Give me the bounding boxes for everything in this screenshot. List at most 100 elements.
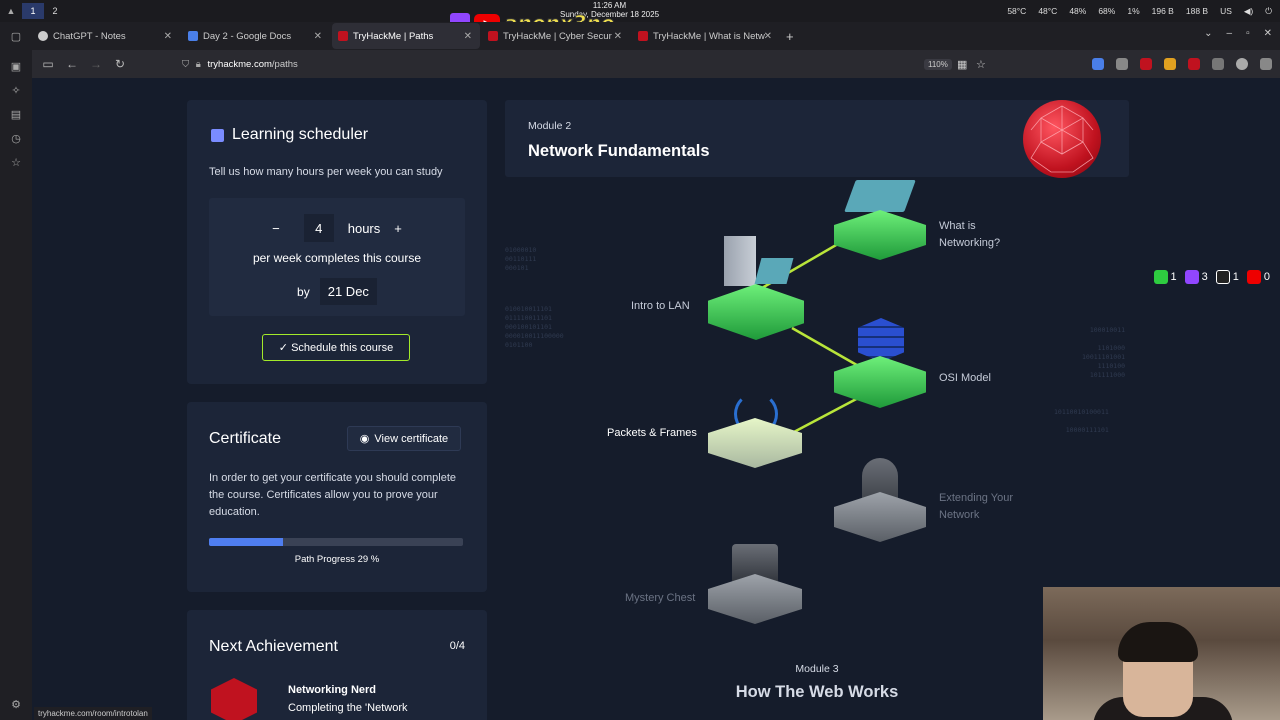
tab-label: TryHackMe | What is Netw bbox=[653, 30, 765, 42]
room-label-extending[interactable]: Extending Your Network bbox=[939, 490, 1023, 524]
volume-icon[interactable]: ◀) bbox=[1244, 6, 1253, 17]
tab-label: TryHackMe | Paths bbox=[353, 30, 434, 42]
minimize-icon[interactable]: – bbox=[1227, 28, 1233, 39]
tab-tryhackme-networking[interactable]: TryHackMe | What is Netw ✕ bbox=[632, 23, 780, 49]
tab-bar: ChatGPT - Notes ✕ Day 2 - Google Docs ✕ … bbox=[32, 22, 1280, 50]
extension-icon[interactable] bbox=[1116, 58, 1128, 70]
menu-icon[interactable] bbox=[1260, 58, 1272, 70]
room-platform-icon bbox=[708, 418, 802, 468]
extensions-puzzle-icon[interactable] bbox=[1212, 58, 1224, 70]
extensions-bar bbox=[1092, 58, 1272, 70]
tray-temp-2: 48°C bbox=[1038, 6, 1058, 16]
workspace-1[interactable]: 1 bbox=[22, 3, 44, 19]
room-label-packets[interactable]: Packets & Frames bbox=[607, 427, 697, 439]
power-icon[interactable]: ⏻ bbox=[1265, 6, 1272, 17]
webcam-overlay bbox=[1043, 587, 1280, 720]
room-label-mystery[interactable]: Mystery Chest bbox=[625, 592, 695, 604]
grid-icon[interactable]: ▦ bbox=[957, 58, 967, 71]
room-node-packets[interactable] bbox=[708, 388, 802, 472]
room-label-what-is-networking[interactable]: What is Networking? bbox=[939, 218, 1009, 252]
tray-cpu: 48% bbox=[1069, 6, 1087, 16]
new-tab-button[interactable]: + bbox=[786, 29, 794, 44]
kick-icon bbox=[1153, 270, 1168, 284]
room-node-extending[interactable] bbox=[834, 458, 926, 544]
tray-download: 188 B bbox=[1185, 6, 1209, 16]
zoom-level[interactable]: 110% bbox=[924, 58, 952, 70]
url-path: /paths bbox=[271, 58, 298, 70]
tray-memory: 68% bbox=[1098, 6, 1116, 16]
tab-google-docs[interactable]: Day 2 - Google Docs ✕ bbox=[182, 23, 330, 49]
extension-icon[interactable] bbox=[1092, 58, 1104, 70]
tab-favicon bbox=[38, 31, 48, 41]
youtube-count: 0 bbox=[1263, 270, 1270, 283]
tiktok-counter: 1 bbox=[1215, 270, 1239, 284]
server-icon bbox=[724, 236, 756, 286]
browser-sidebar: ▢ ▣ ✧ ▤ ◷ ☆ ⚙ bbox=[0, 22, 32, 720]
tab-tryhackme-paths[interactable]: TryHackMe | Paths ✕ bbox=[332, 23, 480, 49]
close-window-icon[interactable]: ✕ bbox=[1264, 28, 1272, 39]
extension-icon[interactable] bbox=[1164, 58, 1176, 70]
tray-upload: 196 B bbox=[1151, 6, 1174, 16]
tabs-icon[interactable]: ▢ bbox=[0, 24, 32, 48]
extensions-icon[interactable]: ✧ bbox=[0, 78, 32, 102]
laptop-icon bbox=[754, 258, 794, 284]
room-platform-icon bbox=[834, 356, 926, 408]
system-tray: 58°C 48°C 48% 68% 1% 196 B 188 B US ◀) ⏻ bbox=[1007, 0, 1272, 22]
extension-icon[interactable] bbox=[1188, 58, 1200, 70]
link-status-bar: tryhackme.com/room/introtolan bbox=[34, 707, 152, 720]
tab-list-icon[interactable]: ⌄ bbox=[1204, 28, 1212, 39]
back-icon[interactable]: ← bbox=[60, 57, 84, 71]
room-label-intro-lan[interactable]: Intro to LAN bbox=[631, 300, 690, 312]
room-node-mystery[interactable] bbox=[708, 542, 802, 626]
room-platform-icon bbox=[834, 492, 926, 542]
close-icon[interactable]: ✕ bbox=[314, 31, 322, 42]
twitch-icon bbox=[1184, 270, 1199, 284]
notes-icon[interactable]: ▤ bbox=[0, 102, 32, 126]
youtube-icon bbox=[1246, 270, 1261, 284]
tiktok-count: 1 bbox=[1232, 270, 1239, 283]
room-platform-icon bbox=[708, 574, 802, 624]
module-3-title[interactable]: How The Web Works bbox=[505, 683, 1129, 702]
reload-icon[interactable]: ↻ bbox=[108, 57, 132, 71]
url-field[interactable]: ⛉ 🔒︎ tryhackme.com/paths bbox=[182, 59, 298, 70]
sidebar-panel-icon[interactable]: ▭ bbox=[36, 57, 60, 71]
window-controls: ⌄ – ▫ ✕ bbox=[1204, 28, 1272, 39]
os-logo-icon: ▲ bbox=[6, 6, 16, 16]
close-icon[interactable]: ✕ bbox=[764, 31, 772, 42]
kick-counter: 1 bbox=[1153, 270, 1177, 284]
close-icon[interactable]: ✕ bbox=[464, 31, 472, 42]
tab-favicon bbox=[488, 31, 498, 41]
youtube-counter: 0 bbox=[1246, 270, 1270, 284]
system-bar: ▲ 1 2 11:26 AM Sunday, December 18 2025 … bbox=[0, 0, 1280, 22]
layers-icon bbox=[858, 318, 904, 362]
tray-temp-1: 58°C bbox=[1007, 6, 1027, 16]
settings-icon[interactable]: ⚙ bbox=[0, 692, 32, 716]
kick-count: 1 bbox=[1170, 270, 1177, 283]
room-label-osi[interactable]: OSI Model bbox=[939, 372, 991, 384]
workspace-2[interactable]: 2 bbox=[44, 3, 66, 19]
maximize-icon[interactable]: ▫ bbox=[1246, 28, 1250, 39]
forward-icon[interactable]: → bbox=[84, 57, 108, 71]
sidebar-toggle-icon[interactable]: ▣ bbox=[0, 54, 32, 78]
tiktok-icon bbox=[1215, 270, 1230, 284]
room-node-intro-lan[interactable] bbox=[708, 234, 804, 344]
room-platform-icon bbox=[708, 284, 804, 340]
twitch-count: 3 bbox=[1201, 270, 1208, 283]
tray-disk: 1% bbox=[1127, 6, 1140, 16]
extension-icon[interactable] bbox=[1140, 58, 1152, 70]
tab-label: Day 2 - Google Docs bbox=[203, 30, 292, 42]
tab-chatgpt[interactable]: ChatGPT - Notes ✕ bbox=[32, 23, 180, 49]
social-counters: 1 3 1 0 bbox=[1153, 270, 1270, 284]
room-node-osi[interactable] bbox=[834, 318, 926, 412]
tab-tryhackme-cyber[interactable]: TryHackMe | Cyber Secur ✕ bbox=[482, 23, 630, 49]
tab-favicon bbox=[188, 31, 198, 41]
history-icon[interactable]: ◷ bbox=[0, 126, 32, 150]
room-node-what-is-networking[interactable] bbox=[834, 176, 926, 268]
tab-label: TryHackMe | Cyber Secur bbox=[503, 30, 612, 42]
close-icon[interactable]: ✕ bbox=[614, 31, 622, 42]
tray-keyboard-layout[interactable]: US bbox=[1220, 6, 1232, 16]
profile-icon[interactable] bbox=[1236, 58, 1248, 70]
star-icon[interactable]: ☆ bbox=[976, 58, 986, 71]
close-icon[interactable]: ✕ bbox=[164, 31, 172, 42]
bookmarks-icon[interactable]: ☆ bbox=[0, 150, 32, 174]
